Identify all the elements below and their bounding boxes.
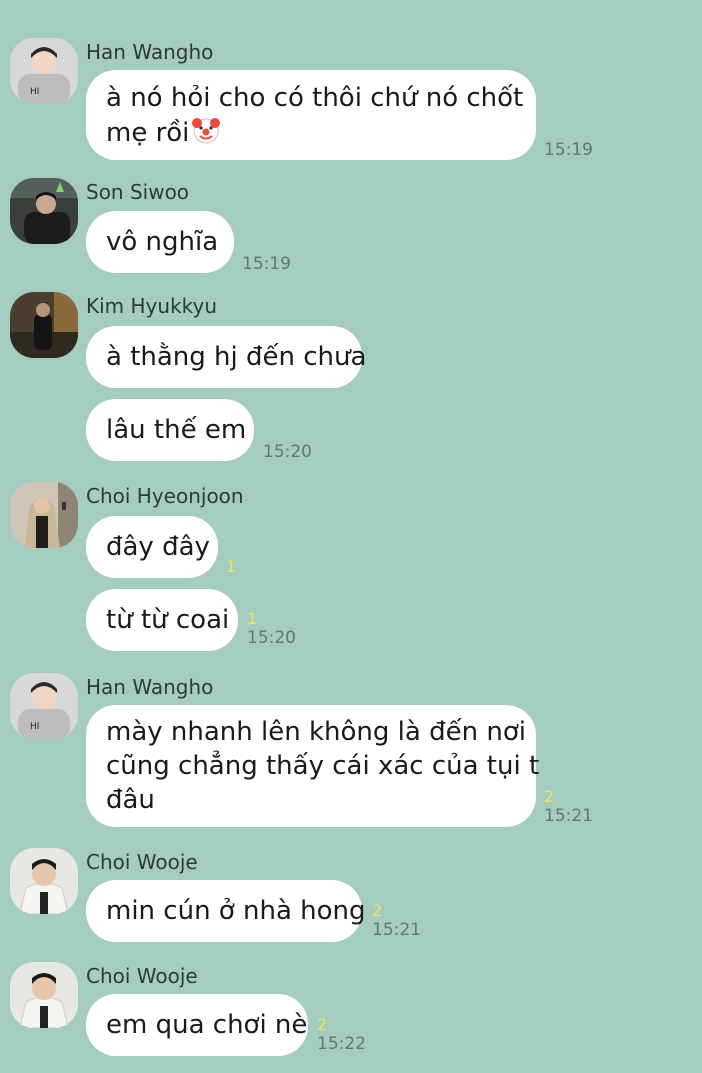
message-text: mày nhanh lên không là đến nơi <box>106 717 526 747</box>
message-meta: 15:19 <box>242 254 291 274</box>
avatar-han-wangho[interactable]: HI <box>10 38 78 104</box>
message-text: cũng chẳng thấy cái xác của tụi t <box>106 751 540 781</box>
message-meta: 2 15:21 <box>544 787 593 827</box>
message-bubble[interactable]: min cún ở nhà hong <box>86 880 366 942</box>
sender-name: Han Wangho <box>86 675 214 699</box>
avatar-son-siwoo[interactable] <box>10 178 78 244</box>
message-meta: 1 15:20 <box>247 609 296 649</box>
message-meta: 2 15:21 <box>372 901 421 941</box>
message-text: đâu <box>106 785 155 815</box>
message-text: vô nghĩa <box>106 227 219 257</box>
message-time: 15:21 <box>544 806 593 826</box>
message-meta: 15:20 <box>263 442 312 462</box>
sender-name: Choi Wooje <box>86 964 198 988</box>
avatar-choi-hyeonjoon[interactable] <box>10 482 78 548</box>
unread-count: 2 <box>317 1015 328 1034</box>
message-bubble[interactable]: đây đây <box>86 516 218 578</box>
unread-count: 2 <box>372 901 383 920</box>
sender-name: Choi Hyeonjoon <box>86 484 244 508</box>
message-text: min cún ở nhà hong <box>106 896 366 926</box>
message-bubble[interactable]: mày nhanh lên không là đến nơi cũng chẳn… <box>86 705 540 827</box>
message-bubble[interactable]: à thằng hj đến chưa <box>86 326 367 388</box>
sender-name: Choi Wooje <box>86 850 198 874</box>
svg-text:HI: HI <box>30 87 39 97</box>
clown-face-icon <box>192 117 221 143</box>
message-time: 15:19 <box>544 140 593 160</box>
unread-count: 1 <box>226 557 237 576</box>
chat-message-list[interactable]: HI Han Wangho à nó hỏi cho có thôi chứ n… <box>0 0 702 1073</box>
message-meta: 2 15:22 <box>317 1015 366 1055</box>
message-text-line: mẹ rồi <box>106 115 516 150</box>
svg-text:HI: HI <box>30 722 39 732</box>
sender-name: Kim Hyukkyu <box>86 294 218 318</box>
message-bubble[interactable]: em qua chơi nè <box>86 994 308 1056</box>
message-bubble[interactable]: từ từ coai <box>86 589 238 651</box>
sender-name: Han Wangho <box>86 40 214 64</box>
message-text: em qua chơi nè <box>106 1010 308 1040</box>
message-text: à thằng hj đến chưa <box>106 342 367 372</box>
message-bubble[interactable]: à nó hỏi cho có thôi chứ nó chốt mẹ rồi <box>86 70 536 160</box>
message-time: 15:22 <box>317 1034 366 1054</box>
message-text: à nó hỏi cho có thôi chứ nó chốt <box>106 82 524 113</box>
message-bubble[interactable]: vô nghĩa <box>86 211 234 273</box>
message-time: 15:21 <box>372 920 421 940</box>
avatar-kim-hyukkyu[interactable] <box>10 292 78 358</box>
message-time: 15:20 <box>263 442 312 462</box>
unread-count: 1 <box>247 609 258 628</box>
message-meta: 15:19 <box>544 140 593 160</box>
message-text: lâu thế em <box>106 415 247 445</box>
avatar-choi-wooje[interactable] <box>10 962 78 1028</box>
avatar-choi-wooje[interactable] <box>10 848 78 914</box>
message-bubble[interactable]: lâu thế em <box>86 399 254 461</box>
message-time: 15:19 <box>242 254 291 274</box>
avatar-han-wangho[interactable]: HI <box>10 673 78 739</box>
message-text: đây đây <box>106 532 210 562</box>
unread-count: 2 <box>544 787 555 806</box>
sender-name: Son Siwoo <box>86 180 190 204</box>
message-time: 15:20 <box>247 628 296 648</box>
message-text: từ từ coai <box>106 605 230 635</box>
